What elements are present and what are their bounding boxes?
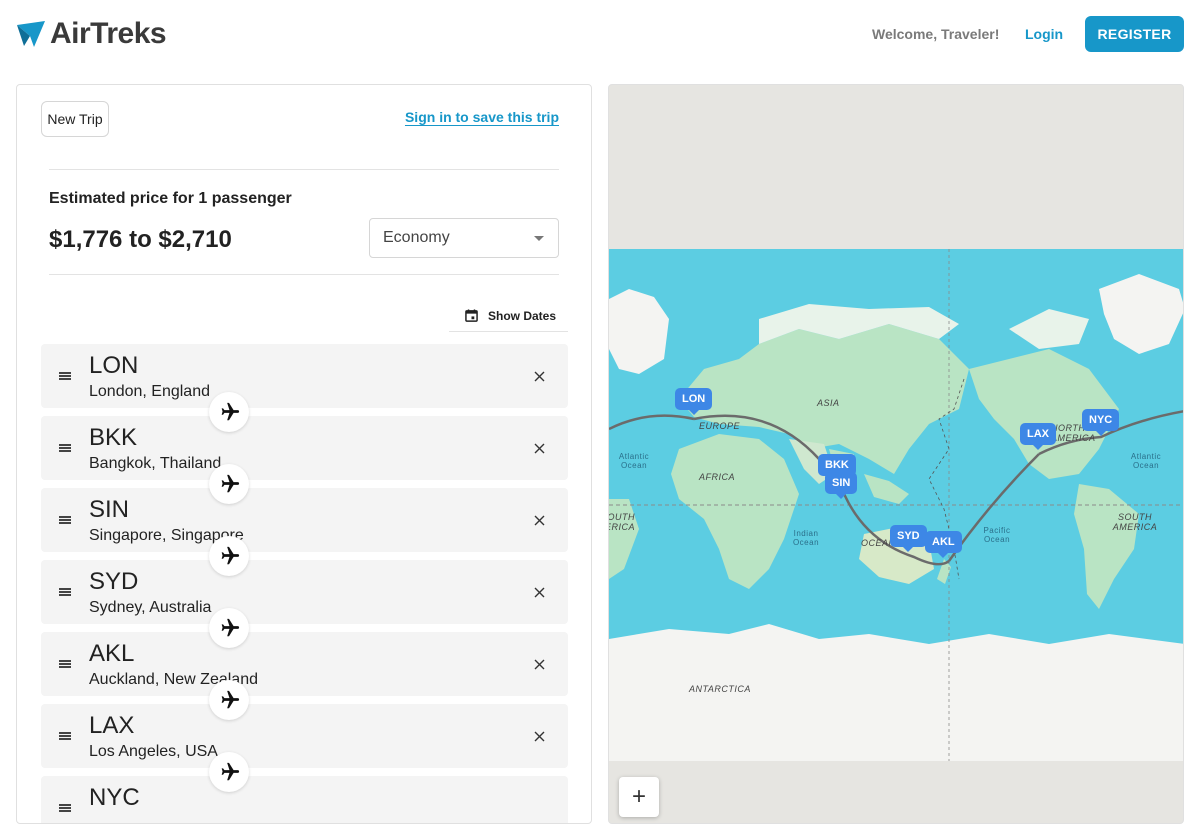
map-label-antarctica: ANTARCTICA — [689, 684, 751, 694]
map-label-atlantic-right: Atlantic Ocean — [1130, 452, 1162, 470]
map-label-south-america: SOUTH AMERICA — [1112, 512, 1158, 532]
stop-city: Sydney, Australia — [89, 599, 212, 616]
stop-code: LON — [89, 352, 139, 379]
drag-handle-icon[interactable] — [59, 444, 71, 452]
stop-item-sin[interactable]: SIN Singapore, Singapore — [41, 488, 568, 576]
drag-handle-icon[interactable] — [59, 516, 71, 524]
close-icon[interactable] — [529, 654, 549, 674]
stop-code: NYC — [89, 784, 140, 811]
airplane-icon[interactable] — [209, 536, 249, 576]
price-range: $1,776 to $2,710 — [49, 226, 232, 253]
drag-handle-icon[interactable] — [59, 588, 71, 596]
stop-code: SYD — [89, 568, 139, 595]
stop-code: LAX — [89, 712, 135, 739]
drag-handle-icon[interactable] — [59, 732, 71, 740]
map-pin-sin[interactable]: SIN — [825, 472, 858, 499]
close-icon[interactable] — [529, 582, 549, 602]
new-trip-button[interactable]: New Trip — [41, 101, 109, 137]
map-label-africa: AFRICA — [699, 472, 736, 482]
stop-item-lon[interactable]: LON London, England — [41, 344, 568, 432]
divider — [49, 169, 559, 170]
stop-item-bkk[interactable]: BKK Bangkok, Thailand — [41, 416, 568, 504]
airplane-icon[interactable] — [209, 464, 249, 504]
airplane-icon[interactable] — [209, 392, 249, 432]
close-icon[interactable] — [529, 726, 549, 746]
zoom-in-button[interactable]: + — [619, 777, 659, 817]
stop-item-lax[interactable]: LAX Los Angeles, USA — [41, 704, 568, 792]
drag-handle-icon[interactable] — [59, 372, 71, 380]
map-label-south-america-left: SOUTH AMERICA — [608, 512, 635, 532]
cabin-class-select[interactable]: Economy — [369, 218, 559, 258]
drag-handle-icon[interactable] — [59, 804, 71, 812]
register-button[interactable]: REGISTER — [1085, 16, 1184, 52]
map-label-europe: EUROPE — [699, 421, 741, 431]
map-pin-akl[interactable]: AKL — [925, 531, 962, 558]
stop-city: Bangkok, Thailand — [89, 455, 222, 472]
close-icon[interactable] — [529, 510, 549, 530]
sign-in-save-link[interactable]: Sign in to save this trip — [405, 109, 559, 125]
map-pin-nyc[interactable]: NYC — [1082, 409, 1120, 436]
map-label-atlantic-left: Atlantic Ocean — [618, 452, 650, 470]
airplane-icon[interactable] — [209, 608, 249, 648]
stop-item-akl[interactable]: AKL Auckland, New Zealand — [41, 632, 568, 720]
price-label: Estimated price for 1 passenger — [49, 190, 292, 207]
caret-down-icon — [534, 236, 544, 241]
stop-code: BKK — [89, 424, 138, 451]
stop-item-nyc[interactable]: NYC — [41, 776, 568, 823]
map-label-pacific: Pacific Ocean — [983, 526, 1011, 544]
airplane-icon[interactable] — [209, 752, 249, 792]
top-header: AirTreks Welcome, Traveler! Login REGIST… — [0, 0, 1200, 68]
map-pin-lon[interactable]: LON — [675, 388, 713, 415]
welcome-message: Welcome, Traveler! — [872, 26, 1000, 42]
stop-city: Los Angeles, USA — [89, 743, 218, 760]
stop-city: London, England — [89, 383, 210, 400]
map-pin-lax[interactable]: LAX — [1020, 423, 1056, 450]
show-dates-label: Show Dates — [488, 308, 557, 323]
close-icon[interactable] — [529, 438, 549, 458]
stop-code: AKL — [89, 640, 135, 667]
login-link[interactable]: Login — [1025, 26, 1063, 42]
map-label-indian: Indian Ocean — [792, 529, 820, 547]
stop-item-syd[interactable]: SYD Sydney, Australia — [41, 560, 568, 648]
brand-name: AirTreks — [50, 17, 167, 50]
airtreks-logo[interactable]: AirTreks — [16, 16, 167, 52]
trip-panel: New Trip Sign in to save this trip Estim… — [16, 84, 592, 824]
close-icon[interactable] — [529, 366, 549, 386]
show-dates-button[interactable]: Show Dates — [449, 300, 568, 332]
route-map[interactable]: ASIA EUROPE AFRICA NORTH AMERICA SOUTH A… — [608, 84, 1184, 824]
stop-list: LON London, England BKK Bangkok, Thailan… — [41, 344, 568, 823]
map-label-asia: ASIA — [817, 398, 840, 408]
divider — [49, 274, 559, 275]
logo-plane-icon — [17, 21, 45, 47]
cabin-class-value: Economy — [383, 229, 450, 246]
calendar-icon — [465, 309, 478, 322]
airplane-icon[interactable] — [209, 680, 249, 720]
stop-code: SIN — [89, 496, 130, 523]
map-pin-syd[interactable]: SYD — [890, 525, 927, 552]
drag-handle-icon[interactable] — [59, 660, 71, 668]
